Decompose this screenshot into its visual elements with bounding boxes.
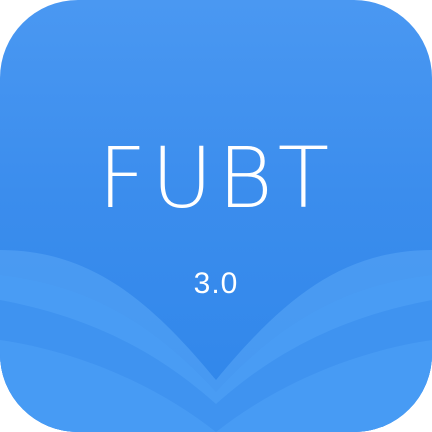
app-title: FUBT (97, 129, 335, 227)
app-version: 3.0 (193, 267, 239, 300)
app-icon[interactable]: FUBT 3.0 (0, 0, 432, 432)
